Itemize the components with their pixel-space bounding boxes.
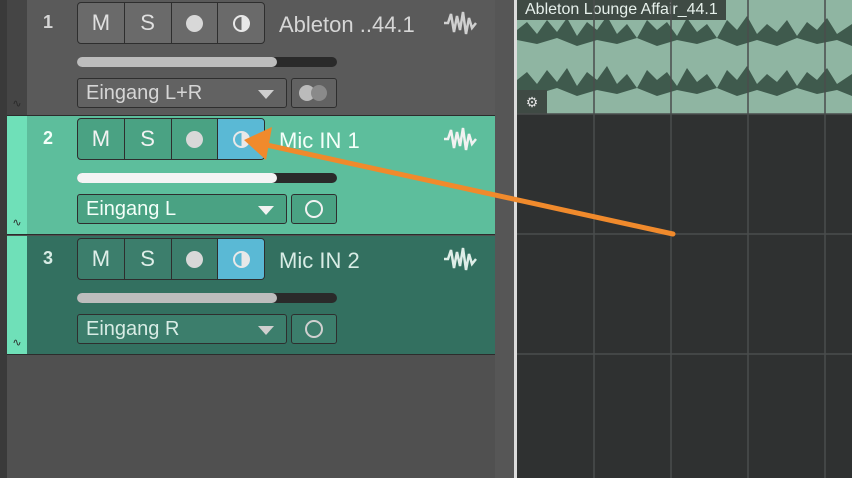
input-select[interactable]: Eingang L+R xyxy=(77,78,287,108)
track-3[interactable]: ∿ 3 M S Mic IN 2 Eingang R xyxy=(7,236,495,355)
record-icon xyxy=(185,250,203,268)
stereo-mono-button[interactable] xyxy=(291,78,337,108)
chevron-down-icon xyxy=(258,326,274,335)
waveform-icon[interactable] xyxy=(443,10,477,36)
mute-button[interactable]: M xyxy=(78,3,125,43)
chevron-down-icon xyxy=(258,90,274,99)
track-name[interactable]: Mic IN 1 xyxy=(279,128,360,154)
input-label: Eingang L+R xyxy=(86,82,203,104)
stereo-icon xyxy=(299,85,329,101)
volume-fill xyxy=(77,57,278,67)
record-arm-button[interactable] xyxy=(172,119,219,159)
mute-button[interactable]: M xyxy=(78,239,125,279)
track-color-strip: ∿ xyxy=(7,0,27,115)
track-number: 3 xyxy=(43,248,54,268)
input-label: Eingang L xyxy=(86,198,177,220)
automation-icon[interactable]: ∿ xyxy=(9,336,25,350)
monitor-icon xyxy=(232,250,250,268)
track-buttons: M S xyxy=(77,118,265,160)
monitor-icon xyxy=(232,130,250,148)
volume-slider[interactable] xyxy=(77,57,337,67)
monitor-icon xyxy=(232,14,250,32)
volume-slider[interactable] xyxy=(77,173,337,183)
volume-fill xyxy=(77,173,278,183)
track-buttons: M S xyxy=(77,238,265,280)
monitor-button[interactable] xyxy=(218,3,264,43)
mono-icon xyxy=(305,320,323,338)
track-color-strip: ∿ xyxy=(7,236,27,354)
waveform-icon[interactable] xyxy=(443,126,477,152)
automation-icon[interactable]: ∿ xyxy=(9,97,25,111)
track-buttons: M S xyxy=(77,2,265,44)
track-color-strip: ∿ xyxy=(7,116,27,234)
automation-icon[interactable]: ∿ xyxy=(9,216,25,230)
track-2[interactable]: ∿ 2 M S Mic IN 1 Eingang L xyxy=(7,116,495,235)
input-select[interactable]: Eingang L xyxy=(77,194,287,224)
arrangement-view[interactable]: Ableton Lounge Affair_44.1 ⚙ xyxy=(517,0,852,478)
input-label: Eingang R xyxy=(86,318,180,340)
chevron-down-icon xyxy=(258,206,274,215)
volume-fill xyxy=(77,293,278,303)
solo-button[interactable]: S xyxy=(125,239,172,279)
record-icon xyxy=(185,130,203,148)
stereo-mono-button[interactable] xyxy=(291,314,337,344)
grid-lines xyxy=(517,0,852,478)
track-number: 2 xyxy=(43,128,54,148)
input-select[interactable]: Eingang R xyxy=(77,314,287,344)
solo-button[interactable]: S xyxy=(125,3,172,43)
record-icon xyxy=(185,14,203,32)
track-1[interactable]: ∿ 1 M S Ableton ..44.1 Eingang L+R xyxy=(7,0,495,116)
track-name[interactable]: Mic IN 2 xyxy=(279,248,360,274)
monitor-button[interactable] xyxy=(218,239,264,279)
track-list: ∿ 1 M S Ableton ..44.1 Eingang L+R ∿ 2 M… xyxy=(7,0,495,478)
stereo-mono-button[interactable] xyxy=(291,194,337,224)
record-arm-button[interactable] xyxy=(172,239,219,279)
monitor-button[interactable] xyxy=(218,119,264,159)
record-arm-button[interactable] xyxy=(172,3,219,43)
panel-divider[interactable] xyxy=(495,0,515,478)
track-number: 1 xyxy=(43,12,54,32)
waveform-icon[interactable] xyxy=(443,246,477,272)
left-strip xyxy=(0,0,7,478)
volume-slider[interactable] xyxy=(77,293,337,303)
mono-icon xyxy=(305,200,323,218)
solo-button[interactable]: S xyxy=(125,119,172,159)
mute-button[interactable]: M xyxy=(78,119,125,159)
track-name[interactable]: Ableton ..44.1 xyxy=(279,12,415,38)
